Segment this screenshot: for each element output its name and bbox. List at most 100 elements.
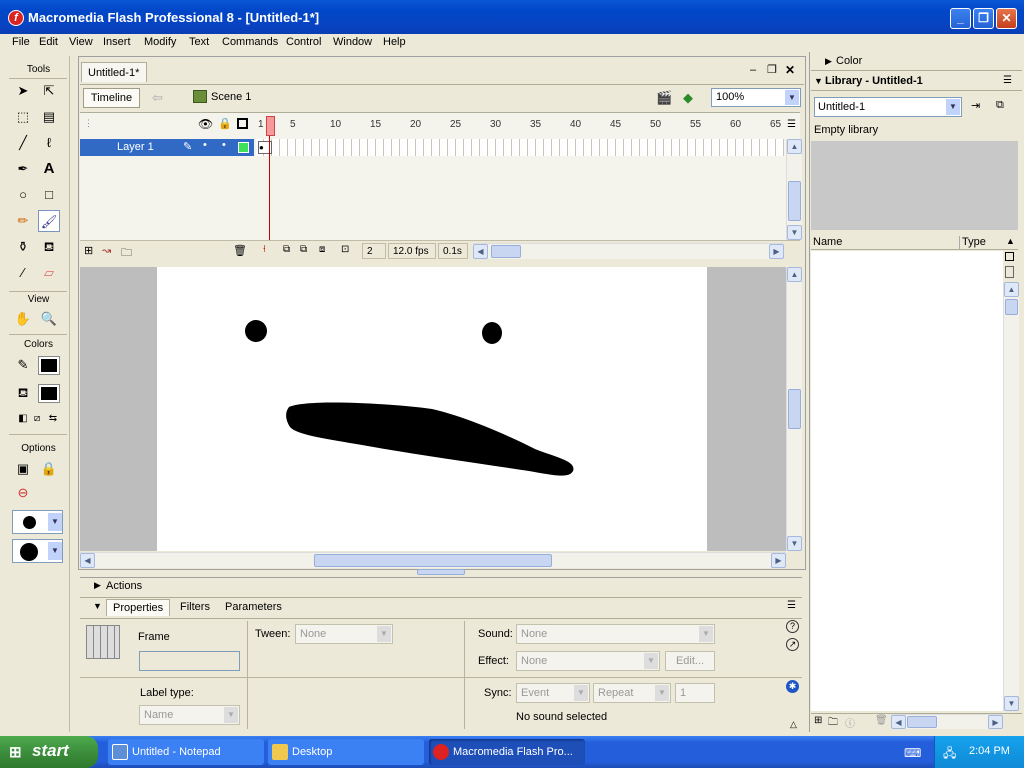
hand-tool-icon[interactable]: ✋: [12, 308, 34, 330]
layer-outline-color-icon[interactable]: [238, 142, 249, 153]
layer-visible-dot-icon[interactable]: •: [203, 139, 207, 151]
timeline-horizontal-scrollbar[interactable]: ◀ ▶: [473, 243, 784, 259]
insert-layer-icon[interactable]: ⊞: [84, 244, 93, 257]
stage[interactable]: [157, 267, 707, 551]
keyboard-tray-icon[interactable]: ⌨: [904, 746, 921, 760]
menu-help[interactable]: Help: [383, 36, 406, 48]
help-icon[interactable]: ?: [786, 620, 799, 633]
brush-shape-dropdown[interactable]: ▼: [12, 539, 63, 563]
library-menu-icon[interactable]: ☰: [1003, 75, 1012, 86]
menu-edit[interactable]: Edit: [39, 36, 58, 48]
pin-library-icon[interactable]: ⇥: [971, 99, 980, 112]
narrow-view-icon[interactable]: [1005, 266, 1014, 278]
scroll-thumb[interactable]: [788, 389, 801, 429]
delete-item-icon[interactable]: 🗑: [875, 715, 888, 726]
expand-panel-icon[interactable]: △: [790, 719, 797, 730]
network-tray-icon[interactable]: 🖧: [943, 744, 956, 765]
library-document-dropdown[interactable]: Untitled-1 ▼: [814, 97, 962, 117]
subselection-tool-icon[interactable]: ⇱: [38, 80, 60, 102]
menu-text[interactable]: Text: [189, 36, 209, 48]
rectangle-tool-icon[interactable]: □: [38, 184, 60, 206]
tab-properties[interactable]: Properties: [106, 599, 171, 616]
scroll-up-icon[interactable]: ▲: [1004, 282, 1019, 297]
edit-sound-button[interactable]: Edit...: [665, 651, 715, 671]
minimize-button[interactable]: _: [950, 8, 971, 29]
show-hide-eye-icon[interactable]: 👁: [198, 117, 213, 131]
layer-lock-dot-icon[interactable]: •: [222, 139, 226, 151]
color-panel-header[interactable]: ▶ Color: [811, 53, 1022, 71]
library-vertical-scrollbar[interactable]: ▲ ▼: [1003, 282, 1019, 711]
accessibility-icon[interactable]: ✱: [786, 680, 799, 693]
back-arrow-icon[interactable]: ⇦: [152, 90, 163, 106]
close-button[interactable]: ✕: [996, 8, 1017, 29]
repeat-dropdown[interactable]: Repeat ▼: [593, 683, 671, 703]
stage-horizontal-scrollbar[interactable]: ◀ ▶: [80, 552, 786, 568]
menu-control[interactable]: Control: [286, 36, 321, 48]
timeline-menu-icon[interactable]: ☰: [787, 119, 796, 130]
line-tool-icon[interactable]: ╱: [12, 132, 34, 154]
taskbar-flash[interactable]: Macromedia Flash Pro...: [429, 739, 585, 765]
lock-fill-icon[interactable]: ▣: [12, 458, 34, 480]
scroll-thumb[interactable]: [907, 716, 937, 728]
panel-menu-icon[interactable]: ☰: [787, 600, 796, 611]
edit-in-place-icon[interactable]: ↗: [786, 638, 799, 651]
panel-splitter-handle[interactable]: [417, 569, 465, 575]
scroll-up-icon[interactable]: ▲: [787, 267, 802, 282]
edit-symbols-icon[interactable]: ◆: [683, 90, 693, 106]
pen-tool-icon[interactable]: ✒: [12, 158, 34, 180]
menu-window[interactable]: Window: [333, 36, 372, 48]
text-tool-icon[interactable]: A: [38, 158, 60, 180]
brush-mode-lock-icon[interactable]: 🔒: [38, 458, 60, 480]
scroll-left-icon[interactable]: ◀: [473, 244, 488, 259]
onion-skin-icon[interactable]: ⧉: [283, 244, 290, 255]
brush-size-dropdown[interactable]: ▼: [12, 510, 63, 534]
maximize-button[interactable]: ❐: [973, 8, 994, 29]
zoom-dropdown[interactable]: 100% ▼: [711, 88, 801, 107]
library-item-list[interactable]: [811, 251, 1003, 711]
frame-rate-field[interactable]: 12.0 fps: [388, 243, 436, 259]
column-type[interactable]: Type: [962, 236, 986, 248]
scroll-left-icon[interactable]: ◀: [891, 715, 906, 729]
scroll-thumb[interactable]: [1005, 299, 1018, 315]
doc-minimize-icon[interactable]: –: [750, 64, 756, 76]
brush-mode-icon[interactable]: ⊖: [12, 482, 34, 504]
column-name[interactable]: Name: [813, 236, 842, 248]
fill-color-swatch[interactable]: [38, 384, 60, 403]
menu-insert[interactable]: Insert: [103, 36, 131, 48]
edit-scene-icon[interactable]: 🎬: [656, 90, 672, 106]
oval-tool-icon[interactable]: ○: [12, 184, 34, 206]
timeline-vertical-scrollbar[interactable]: ▲ ▼: [786, 139, 802, 240]
timeline-toggle-button[interactable]: Timeline: [83, 88, 140, 108]
wide-view-icon[interactable]: [1005, 252, 1014, 261]
frame-grid[interactable]: [256, 139, 784, 156]
taskbar-notepad[interactable]: Untitled - Notepad: [108, 739, 264, 765]
add-motion-guide-icon[interactable]: ↝: [102, 244, 111, 257]
doc-close-icon[interactable]: ✕: [785, 63, 795, 77]
taskbar-desktop[interactable]: Desktop: [268, 739, 424, 765]
frame-label-input[interactable]: [139, 651, 240, 671]
scroll-right-icon[interactable]: ▶: [988, 715, 1003, 729]
scroll-right-icon[interactable]: ▶: [769, 244, 784, 259]
scroll-right-icon[interactable]: ▶: [771, 553, 786, 568]
menu-modify[interactable]: Modify: [144, 36, 176, 48]
eraser-tool-icon[interactable]: ▱: [38, 262, 60, 284]
document-tab[interactable]: Untitled-1*: [81, 62, 147, 82]
selection-tool-icon[interactable]: ➤: [12, 80, 34, 102]
paint-bucket-tool-icon[interactable]: ⛾: [38, 236, 60, 258]
playhead[interactable]: [266, 116, 275, 136]
delete-layer-icon[interactable]: 🗑: [233, 244, 247, 257]
insert-folder-icon[interactable]: 🗀: [121, 244, 132, 263]
zoom-tool-icon[interactable]: 🔍: [38, 308, 60, 330]
scroll-thumb[interactable]: [314, 554, 552, 567]
layer-row[interactable]: Layer 1 ✎ • •: [80, 139, 254, 156]
scroll-thumb[interactable]: [491, 245, 521, 258]
pencil-tool-icon[interactable]: ✏: [12, 210, 34, 232]
edit-multiple-frames-icon[interactable]: ⧈: [319, 244, 325, 255]
scene-label[interactable]: Scene 1: [211, 91, 251, 103]
tab-filters[interactable]: Filters: [180, 601, 210, 613]
sound-dropdown[interactable]: None ▼: [516, 624, 715, 644]
eyedropper-tool-icon[interactable]: ⁄: [12, 262, 34, 284]
scroll-thumb[interactable]: [788, 181, 801, 221]
new-symbol-icon[interactable]: ⊞: [814, 715, 822, 726]
lasso-tool-icon[interactable]: ℓ: [38, 132, 60, 154]
